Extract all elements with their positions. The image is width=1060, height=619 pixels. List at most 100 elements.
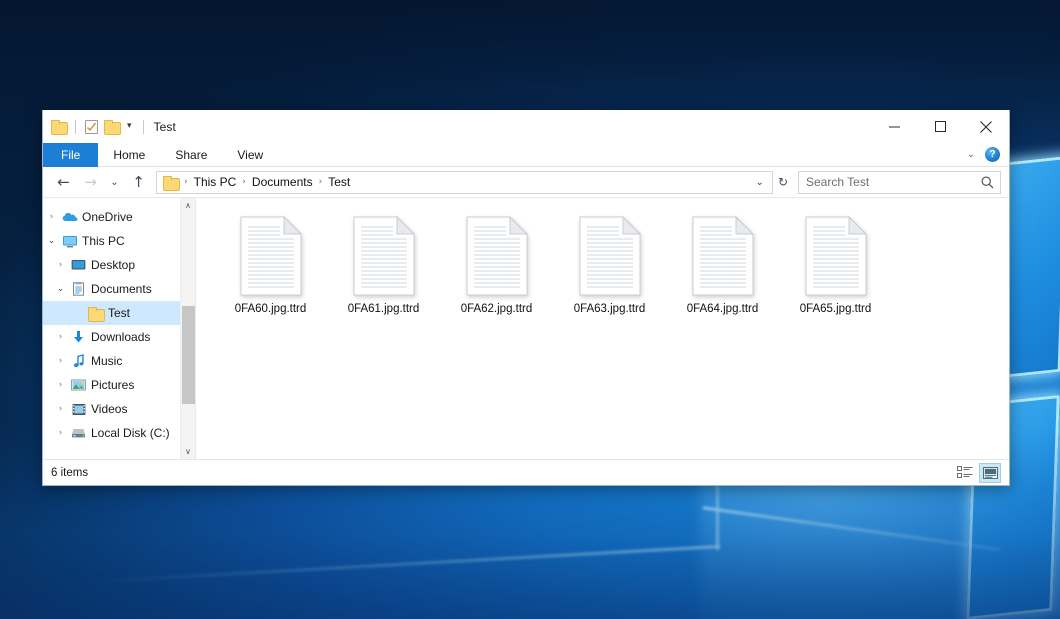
sidebar-item-label: Test	[105, 306, 130, 320]
file-name-label: 0FA62.jpg.ttrd	[461, 303, 533, 315]
desktop-icon	[69, 259, 88, 271]
generic-document-icon	[352, 216, 416, 296]
chevron-right-icon[interactable]: ›	[52, 356, 69, 366]
quick-access-toolbar: ▾	[51, 120, 147, 134]
chevron-right-icon[interactable]: ›	[52, 404, 69, 414]
recent-locations-button[interactable]: ⌄	[105, 170, 124, 194]
sidebar-item-label: Pictures	[88, 378, 134, 392]
sidebar-item-label: OneDrive	[79, 210, 133, 224]
folder-icon	[86, 307, 105, 320]
chevron-right-icon[interactable]: ›	[43, 212, 60, 222]
sidebar-item-test[interactable]: Test	[43, 301, 195, 325]
maximize-button[interactable]	[917, 110, 963, 143]
breadcrumb-separator: ›	[239, 177, 249, 187]
file-item[interactable]: 0FA62.jpg.ttrd	[440, 212, 553, 337]
file-item[interactable]: 0FA61.jpg.ttrd	[327, 212, 440, 337]
search-input[interactable]	[806, 175, 981, 189]
file-list-view[interactable]: 0FA60.jpg.ttrd	[195, 198, 1009, 459]
generic-document-icon	[804, 216, 868, 296]
sidebar-item-label: This PC	[79, 234, 125, 248]
file-name-label: 0FA65.jpg.ttrd	[800, 303, 872, 315]
desktop-wallpaper: ▾ Test File Home Share View	[0, 0, 1060, 619]
chevron-right-icon[interactable]: ›	[52, 260, 69, 270]
sidebar-item-downloads[interactable]: › Downloads	[43, 325, 195, 349]
navigation-pane: › OneDrive ⌄	[43, 198, 195, 459]
search-icon[interactable]	[981, 176, 994, 189]
up-button[interactable]: ↑	[126, 170, 151, 194]
sidebar-item-label: Local Disk (C:)	[88, 426, 170, 440]
tab-share[interactable]: Share	[160, 143, 222, 167]
file-name-label: 0FA61.jpg.ttrd	[348, 303, 420, 315]
generic-document-icon	[691, 216, 755, 296]
chevron-down-icon[interactable]: ▾	[125, 122, 134, 131]
file-explorer-window: ▾ Test File Home Share View	[42, 110, 1010, 486]
generic-document-icon	[239, 216, 303, 296]
chevron-down-icon[interactable]: ⌄	[967, 149, 975, 160]
close-button[interactable]	[963, 110, 1009, 143]
chevron-right-icon[interactable]: ›	[52, 428, 69, 438]
downloads-arrow-icon	[69, 330, 88, 344]
forward-button[interactable]: →	[78, 170, 103, 194]
divider	[75, 120, 76, 134]
sidebar-item-onedrive[interactable]: › OneDrive	[43, 205, 195, 229]
search-box[interactable]	[798, 171, 1001, 194]
chevron-down-icon[interactable]: ⌄	[52, 284, 69, 294]
large-icons-view-button[interactable]	[979, 463, 1001, 483]
music-note-icon	[69, 354, 88, 368]
scroll-up-arrow[interactable]: ∧	[181, 198, 195, 213]
file-item[interactable]: 0FA65.jpg.ttrd	[779, 212, 892, 337]
chevron-down-icon[interactable]: ⌄	[43, 236, 60, 246]
properties-icon[interactable]	[85, 120, 98, 134]
tab-file[interactable]: File	[43, 143, 98, 167]
scrollbar-thumb[interactable]	[182, 306, 195, 404]
tab-view[interactable]: View	[222, 143, 278, 167]
sidebar-item-label: Videos	[88, 402, 127, 416]
sidebar-item-label: Desktop	[88, 258, 135, 272]
breadcrumb-separator: ›	[316, 177, 326, 187]
generic-document-icon	[465, 216, 529, 296]
address-bar[interactable]: › This PC › Documents › Test ⌄	[156, 171, 773, 194]
chevron-down-icon[interactable]: ⌄	[752, 177, 768, 188]
breadcrumb-documents[interactable]: Documents	[249, 175, 316, 189]
file-item[interactable]: 0FA64.jpg.ttrd	[666, 212, 779, 337]
generic-document-icon	[578, 216, 642, 296]
chevron-right-icon[interactable]: ›	[52, 380, 69, 390]
scroll-down-arrow[interactable]: ∨	[181, 444, 195, 459]
folder-icon[interactable]	[51, 120, 66, 133]
status-bar: 6 items	[43, 459, 1009, 485]
breadcrumb-this-pc[interactable]: This PC	[191, 175, 240, 189]
back-button[interactable]: ←	[51, 170, 76, 194]
new-folder-icon[interactable]	[104, 120, 119, 133]
details-view-button[interactable]	[954, 463, 976, 483]
videos-film-icon	[69, 403, 88, 416]
sidebar-item-local-disk-c[interactable]: › Local Disk (C:)	[43, 421, 195, 445]
address-bar-controls: ⌄	[752, 177, 768, 188]
sidebar-item-music[interactable]: › Music	[43, 349, 195, 373]
window-controls	[871, 110, 1009, 143]
breadcrumb-test[interactable]: Test	[325, 175, 353, 189]
documents-icon	[69, 282, 88, 296]
file-item[interactable]: 0FA63.jpg.ttrd	[553, 212, 666, 337]
file-name-label: 0FA60.jpg.ttrd	[235, 303, 307, 315]
sidebar-item-this-pc[interactable]: ⌄ This PC	[43, 229, 195, 253]
view-buttons	[954, 463, 1001, 483]
file-item[interactable]: 0FA60.jpg.ttrd	[214, 212, 327, 337]
sidebar-item-videos[interactable]: › Videos	[43, 397, 195, 421]
item-count-label: 6 items	[51, 467, 88, 479]
ribbon-tab-bar: File Home Share View ⌄ ?	[43, 143, 1009, 167]
navigation-scrollbar[interactable]: ∧ ∨	[180, 198, 195, 459]
refresh-icon[interactable]: ↻	[775, 175, 791, 189]
file-name-label: 0FA63.jpg.ttrd	[574, 303, 646, 315]
help-icon[interactable]: ?	[985, 147, 1000, 162]
chevron-right-icon[interactable]: ›	[52, 332, 69, 342]
tab-home[interactable]: Home	[98, 143, 160, 167]
sidebar-item-label: Music	[88, 354, 122, 368]
sidebar-item-pictures[interactable]: › Pictures	[43, 373, 195, 397]
window-body: › OneDrive ⌄	[43, 197, 1009, 459]
file-name-label: 0FA64.jpg.ttrd	[687, 303, 759, 315]
minimize-button[interactable]	[871, 110, 917, 143]
sidebar-item-documents[interactable]: ⌄ Documents	[43, 277, 195, 301]
sidebar-item-desktop[interactable]: › Desktop	[43, 253, 195, 277]
onedrive-cloud-icon	[60, 211, 79, 223]
ribbon-right-controls: ⌄ ?	[967, 143, 1009, 166]
